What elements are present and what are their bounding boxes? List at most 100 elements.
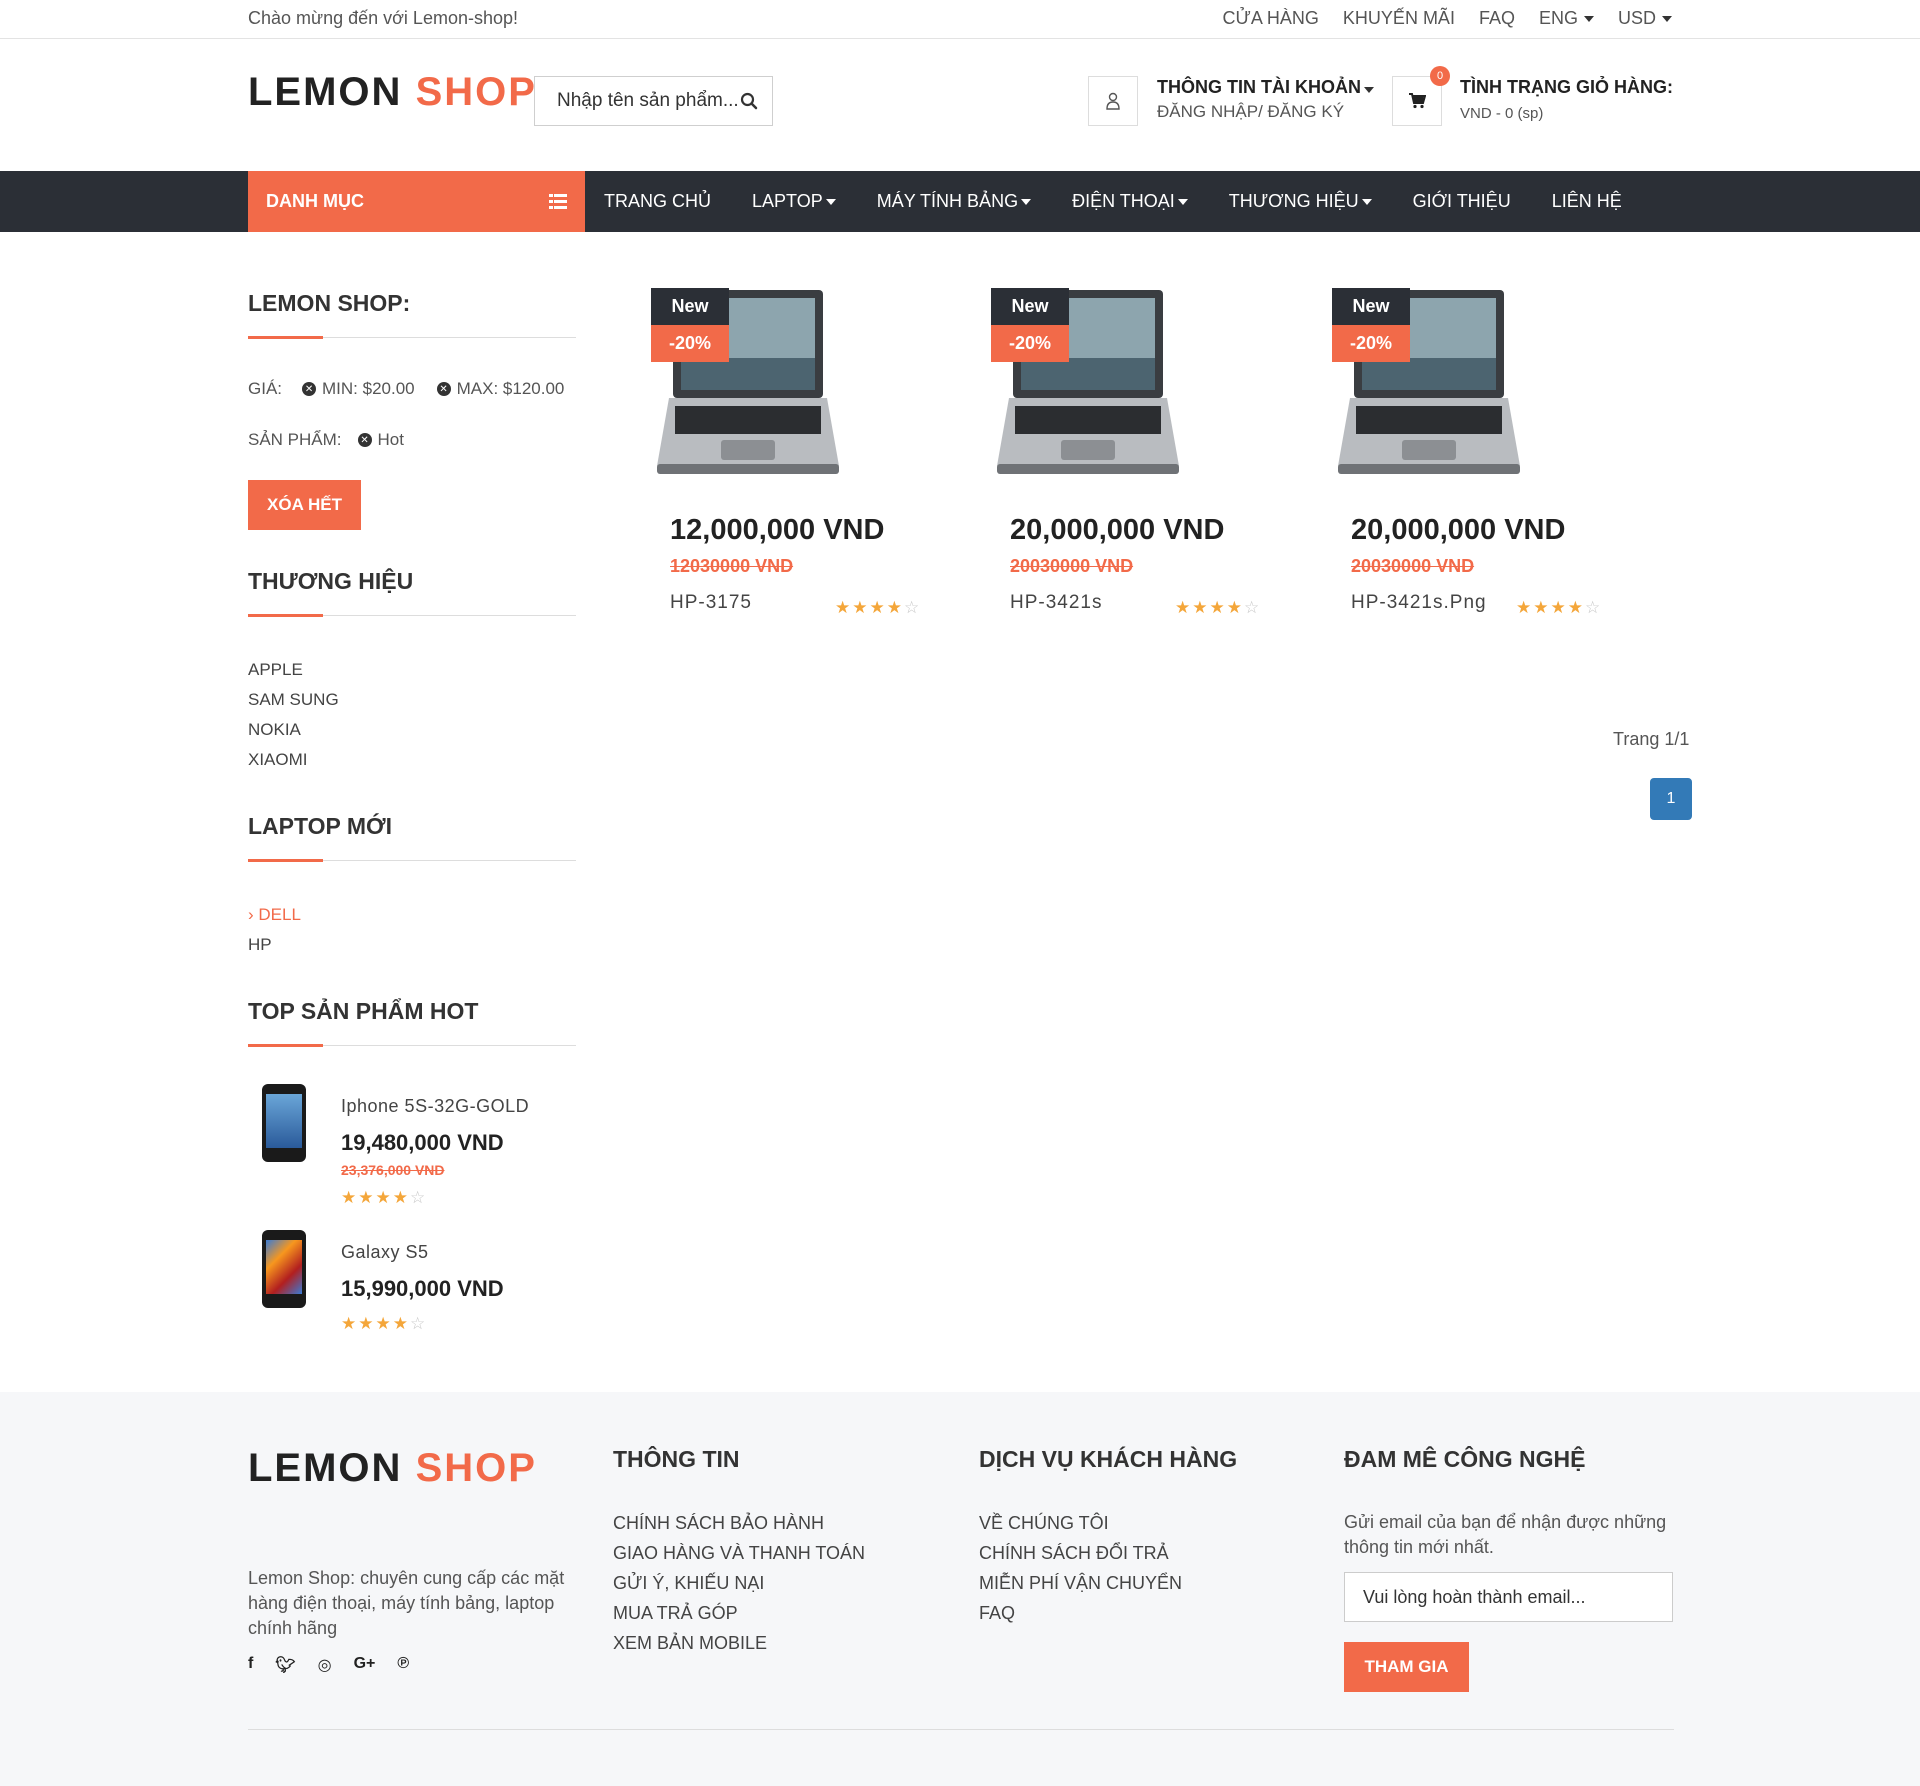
brand-item[interactable]: APPLE <box>248 655 339 685</box>
laptop-title: LAPTOP MỚI <box>248 813 393 839</box>
product-tag: Hot <box>377 430 404 449</box>
faq-link[interactable]: FAQ <box>1479 8 1515 29</box>
search-placeholder: Nhập tên sản phẩm... <box>557 90 739 111</box>
divider <box>248 614 576 617</box>
facebook-icon[interactable]: f <box>248 1655 253 1675</box>
clear-all-button[interactable]: XÓA HẾT <box>248 480 361 530</box>
user-icon <box>1106 92 1120 110</box>
hot-product-price: 19,480,000 VND <box>341 1130 504 1155</box>
top-bar: Chào mừng đến với Lemon-shop! CỬA HÀNG K… <box>0 0 1920 39</box>
footer-divider <box>248 1729 1674 1730</box>
divider <box>248 336 576 339</box>
footer-info-links: CHÍNH SÁCH BẢO HÀNH GIAO HÀNG VÀ THANH T… <box>613 1508 865 1658</box>
footer-link[interactable]: MUA TRẢ GÓP <box>613 1598 865 1628</box>
brand-list: APPLE SAM SUNG NOKIA XIAOMI <box>248 655 339 775</box>
caret-down-icon <box>825 198 836 205</box>
category-menu-button[interactable]: DANH MỤC <box>248 171 585 232</box>
nav-about[interactable]: GIỚI THIỆU <box>1413 191 1511 212</box>
price-filter: GIÁ: ✕ MIN: $20.00 ✕ MAX: $120.00 <box>248 379 564 399</box>
cart-icon <box>1409 93 1426 109</box>
language-dropdown[interactable]: ENG <box>1539 8 1594 29</box>
footer-logo[interactable]: LEMON SHOP <box>248 1446 537 1491</box>
nav-laptop[interactable]: LAPTOP <box>752 191 836 212</box>
divider <box>248 859 576 862</box>
footer-link[interactable]: FAQ <box>979 1598 1182 1628</box>
nav-laptop-label: LAPTOP <box>752 191 823 211</box>
product-name[interactable]: HP-3421s.Png <box>1351 592 1487 614</box>
laptop-item[interactable]: HP <box>248 930 301 960</box>
brand-item[interactable]: SAM SUNG <box>248 685 339 715</box>
hot-product-name[interactable]: Galaxy S5 <box>341 1242 429 1263</box>
caret-down-icon <box>1021 198 1032 205</box>
cart-count-badge: 0 <box>1430 66 1450 86</box>
product-old-price: 20030000 VND <box>1010 556 1134 576</box>
galaxy-image[interactable] <box>262 1230 306 1308</box>
nav-contact[interactable]: LIÊN HỆ <box>1552 191 1622 212</box>
login-register-link[interactable]: ĐĂNG NHẬP/ ĐĂNG KÝ <box>1157 102 1344 122</box>
product-name[interactable]: HP-3421s <box>1010 592 1103 614</box>
footer-link[interactable]: CHÍNH SÁCH ĐỔI TRẢ <box>979 1538 1182 1568</box>
logo[interactable]: LEMON SHOP <box>248 70 537 115</box>
list-icon <box>549 194 567 209</box>
search-icon[interactable] <box>740 92 758 110</box>
footer-link[interactable]: GIAO HÀNG VÀ THANH TOÁN <box>613 1538 865 1568</box>
product-old-price: 20030000 VND <box>1351 556 1475 576</box>
remove-icon[interactable]: ✕ <box>357 433 372 447</box>
product-price: 20,000,000 VND <box>1010 514 1225 546</box>
phone-screen <box>266 1240 302 1294</box>
logo-accent: SHOP <box>415 1446 537 1490</box>
store-link[interactable]: CỬA HÀNG <box>1223 8 1319 29</box>
cart-title[interactable]: TÌNH TRẠNG GIỎ HÀNG: <box>1460 77 1673 98</box>
join-button[interactable]: THAM GIA <box>1344 1642 1469 1692</box>
footer-link[interactable]: MIỄN PHÍ VẬN CHUYỂN <box>979 1568 1182 1598</box>
brand-item[interactable]: NOKIA <box>248 715 339 745</box>
price-min: MIN: $20.00 <box>322 379 415 398</box>
nav-home[interactable]: TRANG CHỦ <box>604 191 711 212</box>
hot-product-price: 15,990,000 VND <box>341 1276 504 1301</box>
rating-stars: ★★★★☆ <box>1516 598 1603 617</box>
footer-link[interactable]: GỬI Ý, KHIẾU NẠI <box>613 1568 865 1598</box>
brand-title: THƯƠNG HIỆU <box>248 568 414 594</box>
sale-badge: -20% <box>1332 325 1410 362</box>
iphone-image[interactable] <box>262 1084 306 1162</box>
filter-title: LEMON SHOP: <box>248 290 411 316</box>
footer-info-title: THÔNG TIN <box>613 1446 740 1472</box>
twitter-icon[interactable]: 🐦︎ <box>275 1655 295 1675</box>
hot-product-name[interactable]: Iphone 5S-32G-GOLD <box>341 1096 529 1117</box>
pinterest-icon[interactable]: ℗ <box>397 1655 409 1675</box>
product-card[interactable]: New -20% 20,000,000 VND 20030000 VND HP-… <box>991 288 1291 628</box>
product-old-price: 12030000 VND <box>670 556 794 576</box>
chevron-right-icon: › <box>248 905 254 924</box>
phone-screen <box>266 1094 302 1148</box>
remove-icon[interactable]: ✕ <box>436 382 451 396</box>
product-filter: SẢN PHẨM: ✕ Hot <box>248 430 404 450</box>
account-title[interactable]: THÔNG TIN TÀI KHOẢN <box>1157 77 1374 98</box>
email-field[interactable]: Vui lòng hoàn thành email... <box>1344 1572 1673 1622</box>
nav-tablet[interactable]: MÁY TÍNH BẢNG <box>877 191 1032 212</box>
search-input[interactable]: Nhập tên sản phẩm... <box>534 76 773 126</box>
instagram-icon[interactable]: ◎ <box>318 1655 332 1675</box>
footer-link[interactable]: VỀ CHÚNG TÔI <box>979 1508 1182 1538</box>
nav-phone[interactable]: ĐIỆN THOẠI <box>1072 191 1188 212</box>
currency-dropdown[interactable]: USD <box>1618 8 1672 29</box>
nav-brand[interactable]: THƯƠNG HIỆU <box>1229 191 1372 212</box>
main-nav: DANH MỤC TRANG CHỦ LAPTOP MÁY TÍNH BẢNG … <box>0 171 1920 232</box>
product-card[interactable]: New -20% 12,000,000 VND 12030000 VND HP-… <box>651 288 951 628</box>
remove-icon[interactable]: ✕ <box>302 382 317 396</box>
hot-product-old-price: 23,376,000 VND <box>341 1162 445 1178</box>
logo-main: LEMON <box>248 70 403 114</box>
footer-link[interactable]: XEM BẢN MOBILE <box>613 1628 865 1658</box>
google-plus-icon[interactable]: G+ <box>354 1655 376 1675</box>
footer-link[interactable]: CHÍNH SÁCH BẢO HÀNH <box>613 1508 865 1538</box>
brand-item[interactable]: XIAOMI <box>248 745 339 775</box>
caret-down-icon <box>1177 198 1188 205</box>
promotion-link[interactable]: KHUYẾN MÃI <box>1343 8 1455 29</box>
footer-service-links: VỀ CHÚNG TÔI CHÍNH SÁCH ĐỔI TRẢ MIỄN PHÍ… <box>979 1508 1182 1628</box>
account-button[interactable] <box>1088 76 1138 126</box>
nav-brand-label: THƯƠNG HIỆU <box>1228 191 1359 211</box>
page-button-current[interactable]: 1 <box>1650 778 1692 820</box>
laptop-item-active[interactable]: › DELL <box>248 900 301 930</box>
product-name[interactable]: HP-3175 <box>670 592 752 614</box>
footer-newsletter-title: ĐAM MÊ CÔNG NGHỆ <box>1344 1446 1586 1472</box>
product-card[interactable]: New -20% 20,000,000 VND 20030000 VND HP-… <box>1332 288 1632 628</box>
